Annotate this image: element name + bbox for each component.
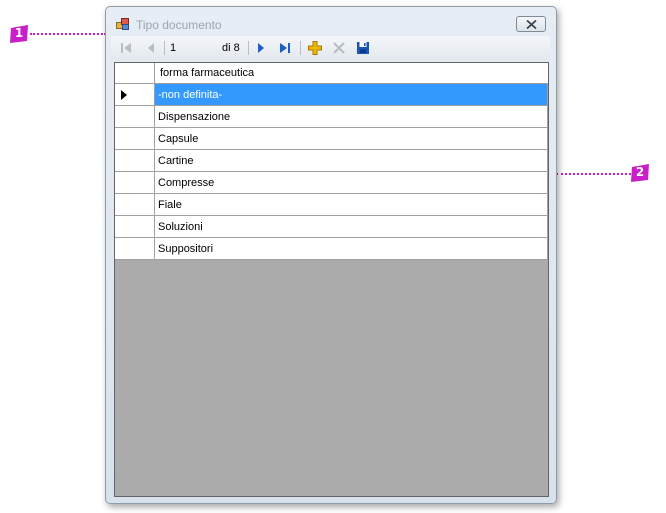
- move-previous-button[interactable]: [143, 40, 159, 56]
- cell-text: Dispensazione: [158, 111, 231, 123]
- move-next-button[interactable]: [253, 40, 269, 56]
- table-row[interactable]: Fiale: [115, 194, 548, 216]
- save-icon: [357, 42, 369, 54]
- row-header[interactable]: [115, 128, 155, 150]
- table-row[interactable]: Cartine: [115, 150, 548, 172]
- cell-text: Compresse: [158, 177, 215, 189]
- table-cell[interactable]: Cartine: [155, 150, 548, 172]
- add-new-button[interactable]: [307, 40, 323, 56]
- tipo-documento-window: Tipo documento di 8: [105, 6, 557, 504]
- cell-text: Suppositori: [158, 243, 214, 255]
- move-first-button[interactable]: [118, 40, 134, 56]
- position-input[interactable]: [169, 40, 216, 56]
- current-row-arrow-icon: [121, 90, 127, 100]
- binding-navigator-toolbar: di 8: [111, 36, 550, 61]
- callout-2-number: 2: [635, 165, 645, 179]
- move-last-button[interactable]: [277, 40, 293, 56]
- close-button[interactable]: [516, 16, 546, 32]
- table-cell[interactable]: Compresse: [155, 172, 548, 194]
- save-button[interactable]: [355, 40, 371, 56]
- callout-1-number: 1: [14, 26, 24, 40]
- row-header[interactable]: [115, 84, 155, 106]
- column-header-forma-farmaceutica[interactable]: forma farmaceutica: [160, 67, 254, 79]
- table-row[interactable]: Dispensazione: [115, 106, 548, 128]
- row-header[interactable]: [115, 150, 155, 172]
- row-header[interactable]: [115, 238, 155, 260]
- row-header[interactable]: [115, 216, 155, 238]
- move-first-icon: [121, 43, 131, 53]
- move-next-icon: [258, 43, 264, 53]
- data-grid[interactable]: forma farmaceutica -non definita- Dispens…: [114, 62, 549, 497]
- table-row[interactable]: Compresse: [115, 172, 548, 194]
- table-row[interactable]: Suppositori: [115, 238, 548, 260]
- row-header[interactable]: [115, 172, 155, 194]
- cell-text: Capsule: [158, 133, 199, 145]
- grid-header-row: forma farmaceutica: [115, 63, 548, 84]
- table-row[interactable]: Soluzioni: [115, 216, 548, 238]
- table-cell[interactable]: Soluzioni: [155, 216, 548, 238]
- title-bar[interactable]: Tipo documento: [106, 7, 556, 35]
- toolbar-separator: [164, 41, 165, 55]
- callout-1-badge: 1: [8, 23, 30, 45]
- callout-1-leader: [30, 33, 106, 35]
- row-header[interactable]: [115, 106, 155, 128]
- count-label: di 8: [222, 42, 240, 54]
- table-cell[interactable]: Capsule: [155, 128, 548, 150]
- table-row[interactable]: -non definita-: [115, 84, 548, 106]
- table-cell[interactable]: Dispensazione: [155, 106, 548, 128]
- cell-text: -non definita-: [158, 89, 223, 101]
- delete-icon: [333, 42, 345, 54]
- cell-text: Soluzioni: [158, 221, 203, 233]
- grid-corner-header[interactable]: [115, 63, 155, 83]
- close-icon: [526, 20, 537, 29]
- table-cell[interactable]: -non definita-: [155, 84, 548, 106]
- add-icon: [308, 41, 322, 55]
- window-title: Tipo documento: [136, 18, 222, 32]
- toolbar-separator: [300, 41, 301, 55]
- table-cell[interactable]: Suppositori: [155, 238, 548, 260]
- row-header[interactable]: [115, 194, 155, 216]
- table-row[interactable]: Capsule: [115, 128, 548, 150]
- app-icon: [116, 17, 130, 31]
- toolbar-separator: [248, 41, 249, 55]
- move-previous-icon: [148, 43, 154, 53]
- move-last-icon: [280, 43, 290, 53]
- callout-2-badge: 2: [629, 162, 651, 184]
- table-cell[interactable]: Fiale: [155, 194, 548, 216]
- cell-text: Cartine: [158, 155, 194, 167]
- cell-text: Fiale: [158, 199, 182, 211]
- delete-button[interactable]: [331, 40, 347, 56]
- callout-2-leader: [556, 173, 631, 175]
